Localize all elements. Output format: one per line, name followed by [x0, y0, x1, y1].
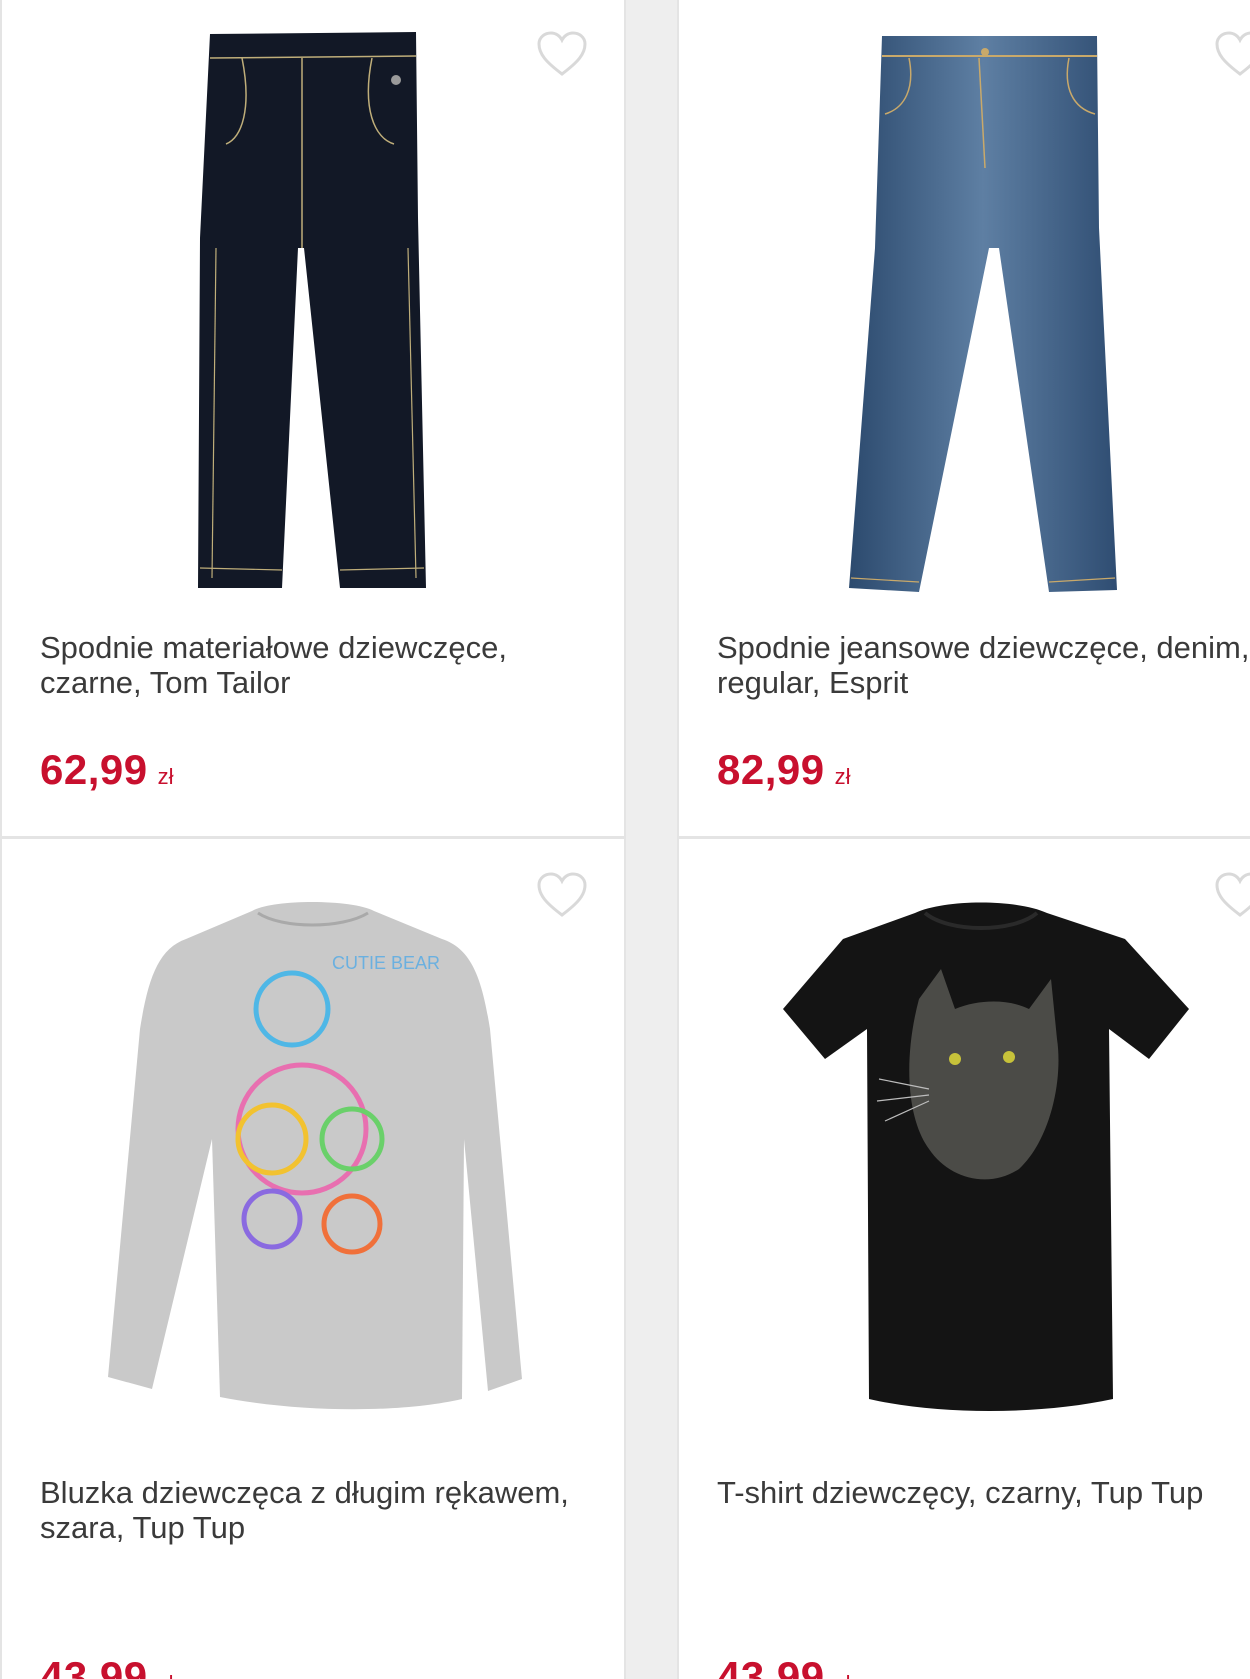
black-leggings-image: [198, 32, 426, 588]
product-price: 43,99 zł: [40, 1653, 174, 1679]
product-price: 43,99 zł: [717, 1653, 851, 1679]
grey-longsleeve-teddy-image: CUTIE BEAR: [108, 902, 522, 1410]
svg-text:CUTIE BEAR: CUTIE BEAR: [332, 953, 440, 973]
product-card[interactable]: Spodnie jeansowe dziewczęce, denim, regu…: [677, 0, 1250, 838]
product-card[interactable]: Spodnie materiałowe dziewczęce, czarne, …: [0, 0, 626, 838]
heart-icon[interactable]: [536, 871, 588, 919]
product-title[interactable]: Bluzka dziewczęca z długim rękawem, szar…: [40, 1475, 600, 1545]
product-card[interactable]: CUTIE BEAR Bluzka dziewczęca z długim rę…: [0, 837, 626, 1679]
product-title[interactable]: Spodnie materiałowe dziewczęce, czarne, …: [40, 630, 600, 700]
price-amount: 43,99: [717, 1653, 825, 1679]
product-title[interactable]: Spodnie jeansowe dziewczęce, denim, regu…: [717, 630, 1250, 700]
heart-icon[interactable]: [536, 30, 588, 78]
heart-icon[interactable]: [1214, 30, 1250, 78]
price-currency: zł: [157, 764, 174, 789]
price-currency: zł: [835, 1671, 851, 1679]
product-card[interactable]: T-shirt dziewczęcy, czarny, Tup Tup 43,9…: [677, 837, 1250, 1679]
price-amount: 62,99: [40, 746, 148, 793]
product-price: 62,99 zł: [40, 746, 174, 794]
product-title[interactable]: T-shirt dziewczęcy, czarny, Tup Tup: [717, 1475, 1250, 1510]
product-image[interactable]: [2, 0, 624, 608]
price-currency: zł: [158, 1671, 174, 1679]
heart-icon[interactable]: [1214, 871, 1250, 919]
product-image[interactable]: [679, 0, 1250, 608]
product-image[interactable]: CUTIE BEAR: [2, 839, 624, 1449]
price-amount: 82,99: [717, 746, 825, 793]
product-image[interactable]: [679, 839, 1250, 1449]
price-amount: 43,99: [40, 1653, 148, 1679]
product-grid: Spodnie materiałowe dziewczęce, czarne, …: [0, 0, 1250, 1679]
product-price: 82,99 zł: [717, 746, 851, 794]
blue-jeans-image: [849, 36, 1117, 592]
black-tshirt-cat-image: [783, 902, 1189, 1411]
price-currency: zł: [834, 764, 851, 789]
